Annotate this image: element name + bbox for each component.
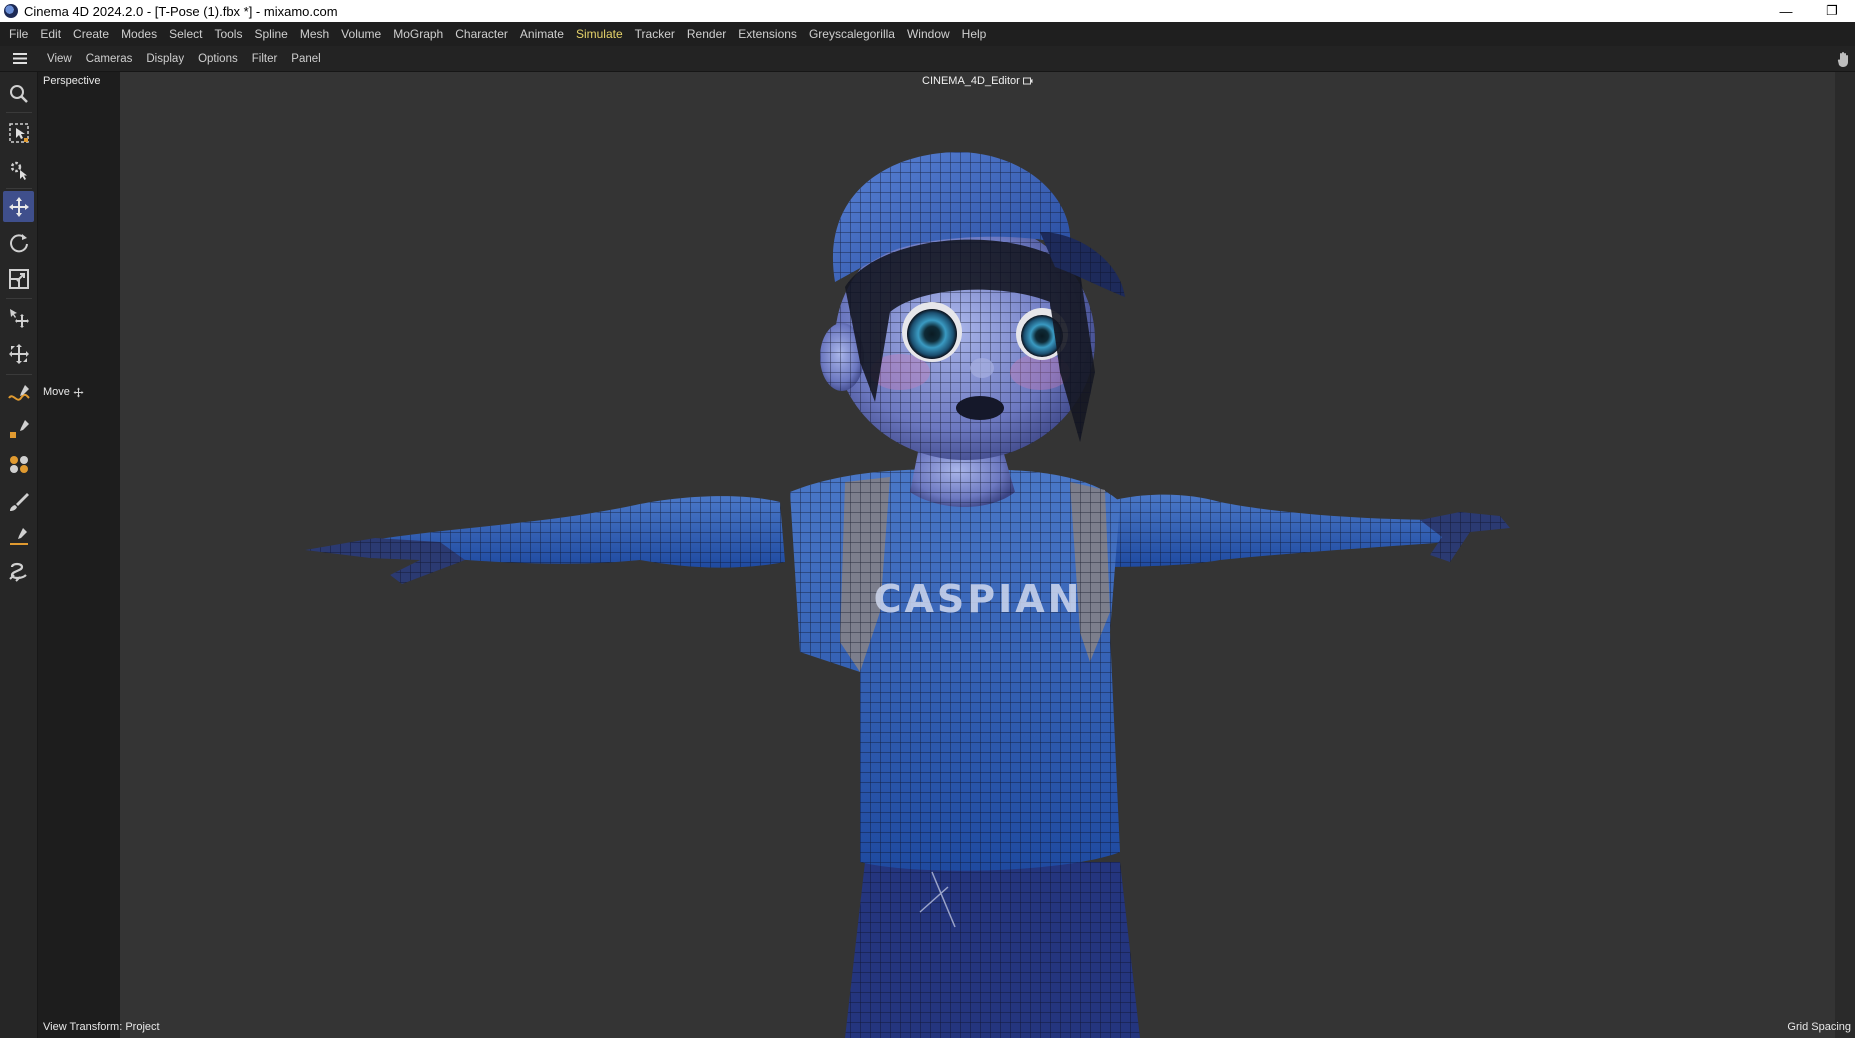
menu-render[interactable]: Render [681, 22, 732, 46]
left-arm [305, 496, 785, 584]
tool-palette [0, 72, 38, 1038]
hand-icon[interactable] [1837, 51, 1851, 70]
menu-file[interactable]: File [3, 22, 34, 46]
menu-mograph[interactable]: MoGraph [387, 22, 449, 46]
editor-title-text: CINEMA_4D_Editor [922, 75, 1020, 87]
viewport-menu-options[interactable]: Options [191, 46, 245, 72]
camera-icon[interactable] [1022, 76, 1033, 86]
title-bar: Cinema 4D 2024.2.0 - [T-Pose (1).fbx *] … [0, 0, 1855, 22]
viewport-left-panel [38, 72, 120, 1038]
pants [845, 862, 1140, 1038]
character-mesh: CASPIAN [305, 152, 1510, 1038]
menu-tracker[interactable]: Tracker [629, 22, 681, 46]
3d-viewport[interactable]: CASPIAN [120, 72, 1835, 1038]
viewport-menu-bar: View Cameras Display Options Filter Pane… [0, 46, 1855, 72]
menu-mesh[interactable]: Mesh [294, 22, 335, 46]
menu-volume[interactable]: Volume [335, 22, 387, 46]
menu-bar: File Edit Create Modes Select Tools Spli… [0, 22, 1855, 46]
spline-smooth-icon[interactable] [3, 448, 34, 479]
menu-modes[interactable]: Modes [115, 22, 163, 46]
view-transform-status: View Transform: Project [43, 1021, 160, 1033]
camera-label[interactable]: Perspective [43, 75, 100, 87]
menu-character[interactable]: Character [449, 22, 514, 46]
restore-button[interactable]: ❐ [1809, 0, 1855, 22]
live-selection-icon[interactable] [3, 117, 34, 148]
viewport-edge-panel [1835, 72, 1855, 1038]
menu-spline[interactable]: Spline [248, 22, 293, 46]
viewport-menu-cameras[interactable]: Cameras [79, 46, 140, 72]
grid-spacing-status: Grid Spacing [1787, 1021, 1851, 1033]
cinema4d-logo-icon [4, 4, 18, 18]
minimize-button[interactable]: — [1763, 0, 1809, 22]
viewport-menu-filter[interactable]: Filter [245, 46, 285, 72]
scale-icon[interactable] [3, 263, 34, 294]
right-arm [1080, 494, 1510, 567]
viewport-menu-display[interactable]: Display [139, 46, 191, 72]
editor-title: CINEMA_4D_Editor [922, 75, 1033, 87]
torso: CASPIAN [790, 440, 1120, 871]
transfer-move-icon[interactable] [3, 302, 34, 333]
menu-tools[interactable]: Tools [208, 22, 248, 46]
menu-animate[interactable]: Animate [514, 22, 570, 46]
brush-icon[interactable] [3, 486, 34, 517]
tool-divider [6, 112, 32, 113]
spline-pen-icon[interactable] [3, 378, 34, 409]
selection-modes-icon[interactable] [3, 154, 34, 185]
transform-icon[interactable] [3, 338, 34, 369]
menu-edit[interactable]: Edit [34, 22, 67, 46]
menu-simulate[interactable]: Simulate [570, 22, 629, 46]
window-title: Cinema 4D 2024.2.0 - [T-Pose (1).fbx *] … [24, 3, 338, 19]
hamburger-menu-icon[interactable] [0, 46, 40, 72]
move-hud-icon [73, 387, 84, 397]
menu-extensions[interactable]: Extensions [732, 22, 803, 46]
viewport-menu-panel[interactable]: Panel [284, 46, 327, 72]
tool-divider [6, 298, 32, 299]
menu-create[interactable]: Create [67, 22, 115, 46]
tool-divider [6, 374, 32, 375]
spline-arc-icon[interactable] [3, 521, 34, 552]
menu-window[interactable]: Window [901, 22, 956, 46]
search-icon[interactable] [3, 78, 34, 109]
rotate-icon[interactable] [3, 227, 34, 258]
lasso-icon[interactable] [3, 556, 34, 587]
tool-divider [6, 188, 32, 189]
active-tool-label: Move [43, 386, 70, 398]
menu-help[interactable]: Help [956, 22, 993, 46]
window-controls: — ❐ [1763, 0, 1855, 22]
active-tool-hud: Move [43, 386, 84, 398]
spline-sketch-icon[interactable] [3, 413, 34, 444]
viewport-menu-view[interactable]: View [40, 46, 79, 72]
move-icon[interactable] [3, 191, 34, 222]
menu-select[interactable]: Select [163, 22, 208, 46]
menu-greyscalegorilla[interactable]: Greyscalegorilla [803, 22, 901, 46]
shirt-print-text: CASPIAN [874, 577, 1083, 621]
